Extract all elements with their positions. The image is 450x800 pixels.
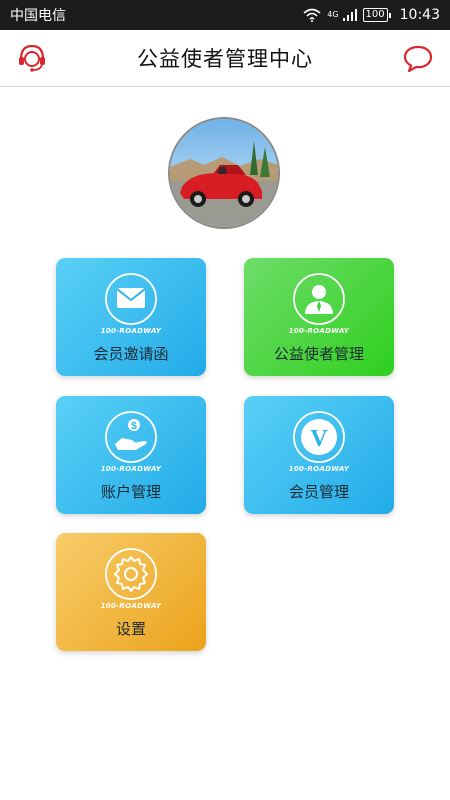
signal-icon (342, 9, 357, 21)
carrier-name: 中国电信 (10, 8, 66, 24)
status-bar: 中国电信 4G 100 10:43 (0, 0, 450, 30)
brand-text: 100-ROADWAY (288, 327, 350, 335)
brand-text: 100-ROADWAY (100, 327, 162, 335)
car-photo (170, 119, 278, 227)
tile-label: 公益使者管理 (273, 345, 364, 363)
tile-label: 账户管理 (100, 483, 161, 501)
page-title: 公益使者管理中心 (137, 47, 313, 71)
brand-text: 100-ROADWAY (100, 602, 162, 610)
svg-text:V: V (310, 426, 328, 452)
envelope-icon (105, 273, 157, 325)
account-management-tile[interactable]: $ 100-ROADWAY 账户管理 (56, 396, 206, 514)
battery-level: 100 (362, 8, 391, 22)
svg-text:$: $ (131, 421, 137, 432)
avatar[interactable] (168, 117, 280, 229)
tile-label: 会员邀请函 (93, 345, 169, 363)
ambassador-management-tile[interactable]: 100-ROADWAY 公益使者管理 (244, 258, 394, 376)
member-management-tile[interactable]: V 100-ROADWAY 会员管理 (244, 396, 394, 514)
v-badge-icon: V (293, 411, 345, 463)
money-hand-icon: $ (105, 411, 157, 463)
chat-bubble-icon[interactable] (402, 42, 434, 74)
gear-icon (105, 548, 157, 600)
app-header: 公益使者管理中心 (0, 30, 450, 87)
status-icons: 4G 100 10:43 (303, 7, 440, 23)
clock: 10:43 (399, 7, 440, 23)
person-icon (293, 273, 345, 325)
wifi-icon (303, 8, 321, 22)
brand-text: 100-ROADWAY (288, 465, 350, 473)
member-invitation-tile[interactable]: 100-ROADWAY 会员邀请函 (56, 258, 206, 376)
brand-text: 100-ROADWAY (100, 465, 162, 473)
settings-tile[interactable]: 100-ROADWAY 设置 (56, 533, 206, 651)
tile-label: 设置 (115, 620, 146, 638)
tile-label: 会员管理 (288, 483, 349, 501)
network-type: 4G (327, 10, 339, 19)
customer-service-icon[interactable] (16, 42, 48, 74)
